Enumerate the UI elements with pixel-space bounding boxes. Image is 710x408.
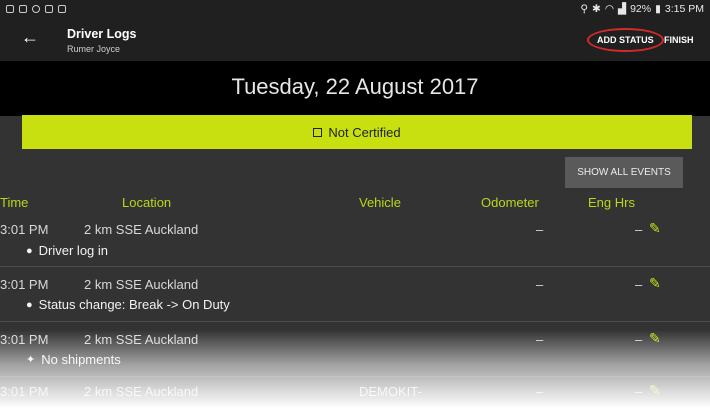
add-status-button[interactable]: ADD STATUS	[597, 35, 654, 45]
col-odometer: Odometer	[481, 195, 539, 210]
flag-icon	[45, 4, 53, 13]
row-description: ✦ No shipments	[26, 352, 121, 367]
log-date: Tuesday, 22 August 2017	[231, 74, 479, 99]
bluetooth-icon: ✱	[592, 2, 601, 15]
row-description: ● Status change: Break -> On Duty	[26, 297, 230, 312]
col-location: Location	[122, 195, 172, 210]
row-desc-text: Driver log in	[38, 243, 109, 258]
row-odometer: –	[536, 277, 544, 292]
row-eng-hrs: –	[635, 222, 643, 237]
person-icon: ●	[26, 244, 33, 257]
row-time: 3:01 PM	[0, 384, 49, 399]
edit-pencil-icon[interactable]: ✎	[649, 220, 661, 237]
system-icons: ⚲ ✱ ◠ ▟ 92% ▮ 3:15 PM	[580, 3, 704, 15]
table-row[interactable]: 3:01 PM 2 km SSE Auckland – – ✎ ● Status…	[0, 266, 710, 322]
row-location: 2 km SSE Auckland	[84, 222, 199, 237]
certification-bar[interactable]: Not Certified	[22, 115, 692, 149]
app-icon	[32, 4, 40, 13]
page-title: Driver Logs	[67, 27, 137, 41]
row-desc-text: No shipments	[41, 352, 121, 367]
image-icon	[19, 4, 27, 13]
col-vehicle: Vehicle	[359, 195, 401, 210]
table-row[interactable]: 3:01 PM 2 km SSE Auckland DEMOKIT- – – ✎	[0, 376, 710, 408]
row-time: 3:01 PM	[0, 222, 49, 237]
battery-percent: 92%	[630, 2, 652, 15]
wifi-icon: ◠	[604, 2, 615, 15]
back-arrow-icon[interactable]: ←	[21, 27, 39, 48]
certify-checkbox[interactable]	[313, 127, 323, 137]
col-time: Time	[0, 195, 29, 210]
row-eng-hrs: –	[635, 332, 643, 347]
edit-pencil-icon[interactable]: ✎	[649, 382, 661, 399]
row-odometer: –	[536, 222, 544, 237]
date-header: Tuesday, 22 August 2017	[0, 61, 710, 116]
table-row[interactable]: 3:01 PM 2 km SSE Auckland – – ✎ ✦ No shi…	[0, 321, 710, 377]
row-odometer: –	[536, 384, 544, 399]
finish-button[interactable]: FINISH	[664, 35, 694, 45]
row-location: 2 km SSE Auckland	[84, 384, 199, 399]
notification-icons	[6, 4, 66, 13]
row-odometer: –	[536, 332, 544, 347]
row-time: 3:01 PM	[0, 277, 49, 292]
signal-icon: ▟	[618, 2, 627, 15]
row-location: 2 km SSE Auckland	[84, 277, 199, 292]
row-eng-hrs: –	[635, 384, 643, 399]
sparkle-icon: ✦	[26, 354, 36, 366]
row-description: ● Driver log in	[26, 243, 108, 258]
app-bar: ← Driver Logs Rumer Joyce ADD STATUS FIN…	[0, 17, 710, 61]
clock: 3:15 PM	[664, 2, 704, 15]
location-icon: ⚲	[580, 2, 589, 15]
col-eng-hrs: Eng Hrs	[588, 195, 635, 210]
row-location: 2 km SSE Auckland	[84, 332, 199, 347]
phone-icon	[58, 4, 66, 13]
certification-label: Not Certified	[328, 124, 401, 140]
driver-name: Rumer Joyce	[67, 44, 121, 54]
person-icon: ●	[26, 298, 33, 311]
battery-icon: ▮	[655, 2, 661, 15]
row-vehicle: DEMOKIT-	[359, 384, 422, 399]
row-eng-hrs: –	[635, 277, 643, 292]
show-all-events-button[interactable]: SHOW ALL EVENTS	[565, 157, 683, 188]
status-bar: ⚲ ✱ ◠ ▟ 92% ▮ 3:15 PM	[0, 0, 710, 17]
edit-pencil-icon[interactable]: ✎	[649, 275, 661, 292]
notification-icon	[6, 4, 14, 13]
row-desc-text: Status change: Break -> On Duty	[38, 297, 230, 312]
row-time: 3:01 PM	[0, 332, 49, 347]
edit-pencil-icon[interactable]: ✎	[649, 330, 661, 347]
table-row[interactable]: 3:01 PM 2 km SSE Auckland – – ✎ ● Driver…	[0, 213, 710, 267]
